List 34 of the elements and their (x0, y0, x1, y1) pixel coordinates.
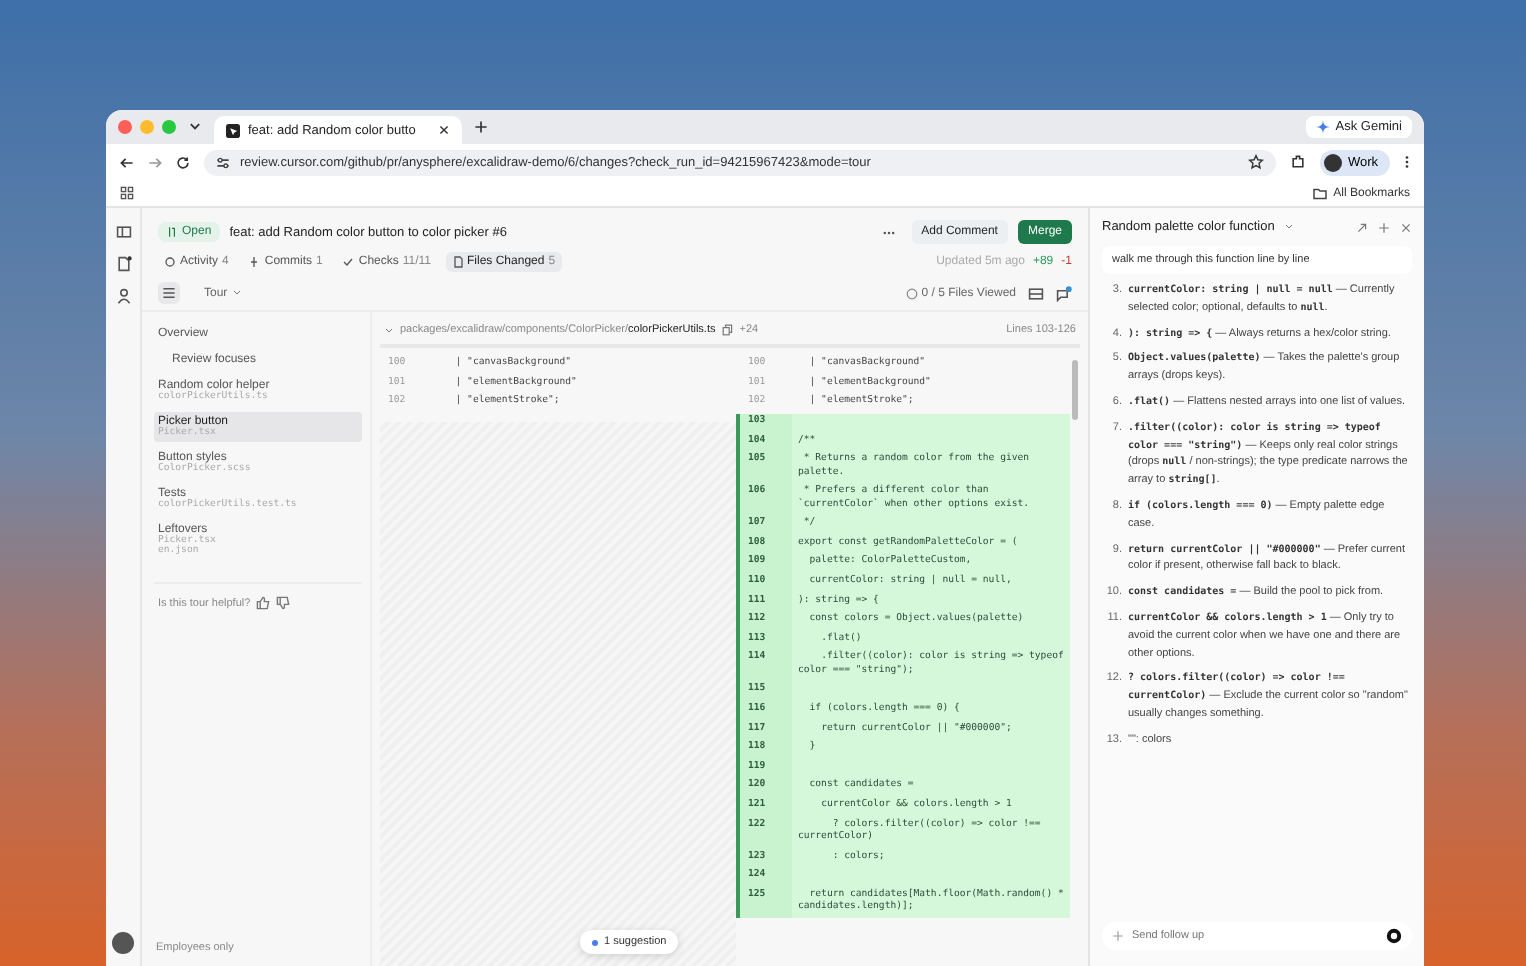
folder-icon (1311, 187, 1328, 199)
close-icon[interactable] (438, 124, 450, 136)
layout-icon[interactable] (1028, 285, 1044, 301)
comments-icon[interactable] (1056, 285, 1072, 301)
scrollbar-thumb[interactable] (1072, 360, 1078, 420)
apps-grid-icon[interactable] (120, 186, 134, 200)
chevron-down-icon[interactable] (188, 120, 202, 134)
checkmark-icon (342, 256, 355, 268)
bookmark-star-icon[interactable] (1247, 154, 1264, 170)
reload-icon[interactable] (176, 155, 190, 169)
more-icon[interactable] (1404, 154, 1410, 170)
plus-icon[interactable] (1378, 221, 1390, 233)
thumbs-down-icon[interactable] (276, 596, 291, 610)
forward-icon[interactable] (148, 155, 162, 169)
sidebar-toggle-icon[interactable] (115, 224, 131, 240)
person-icon[interactable] (115, 288, 131, 304)
user-avatar[interactable] (112, 932, 134, 954)
extensions-icon[interactable] (1289, 154, 1306, 170)
commit-icon (248, 256, 261, 268)
list-icon[interactable] (158, 282, 180, 304)
avatar-icon (1323, 153, 1342, 171)
file-icon (451, 256, 464, 268)
cursor-logo-icon (226, 123, 240, 137)
plus-icon[interactable] (474, 120, 488, 134)
back-icon[interactable] (120, 155, 134, 169)
sparkle-icon (1315, 120, 1330, 134)
thumbs-up-icon[interactable] (256, 596, 271, 610)
document-icon[interactable] (115, 256, 131, 272)
copy-icon[interactable] (721, 324, 734, 336)
send-icon[interactable] (1386, 928, 1402, 944)
site-settings-icon[interactable] (216, 155, 230, 169)
circle-icon (905, 287, 918, 299)
pull-request-icon (166, 226, 178, 238)
expand-icon[interactable] (1356, 221, 1368, 233)
